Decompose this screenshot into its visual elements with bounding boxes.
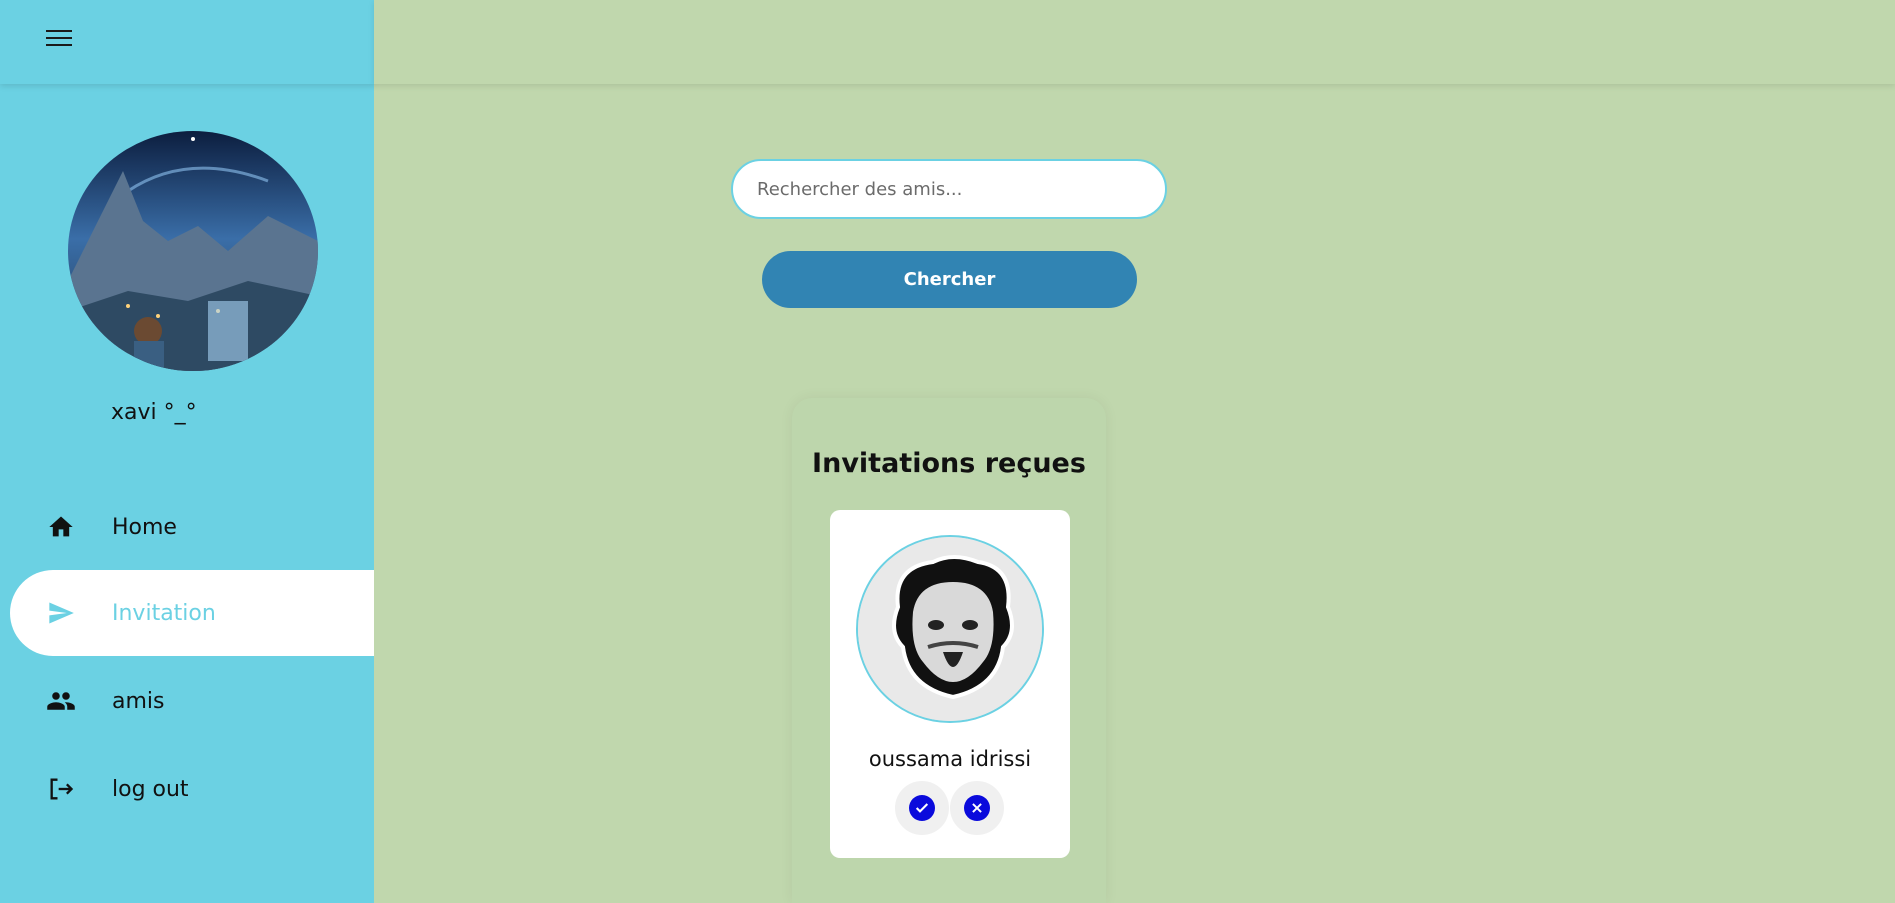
accept-button[interactable] bbox=[895, 781, 949, 835]
sidebar-item-label: log out bbox=[112, 776, 189, 802]
check-icon bbox=[909, 795, 935, 821]
sidebar-item-logout[interactable]: log out bbox=[10, 746, 374, 832]
sidebar-item-label: Invitation bbox=[112, 600, 216, 626]
send-icon bbox=[45, 597, 77, 629]
invitation-avatar bbox=[856, 535, 1044, 723]
sidebar-item-label: amis bbox=[112, 688, 165, 714]
search-input[interactable] bbox=[731, 159, 1167, 219]
search-button[interactable]: Chercher bbox=[762, 251, 1137, 308]
sidebar: xavi °_° Home Invitation amis log out bbox=[0, 0, 374, 903]
home-icon bbox=[45, 511, 77, 543]
sidebar-item-amis[interactable]: amis bbox=[10, 658, 374, 744]
hamburger-menu-icon[interactable] bbox=[46, 30, 76, 52]
sidebar-header bbox=[0, 0, 374, 84]
invitation-name: oussama idrissi bbox=[868, 747, 1032, 771]
username: xavi °_° bbox=[111, 400, 197, 425]
decline-button[interactable] bbox=[950, 781, 1004, 835]
close-icon bbox=[964, 795, 990, 821]
sidebar-item-label: Home bbox=[112, 514, 177, 540]
invitations-title: Invitations reçues bbox=[812, 448, 1086, 479]
logout-icon bbox=[45, 773, 77, 805]
top-bar bbox=[374, 0, 1895, 84]
invitation-card: oussama idrissi bbox=[830, 510, 1070, 858]
people-icon bbox=[45, 685, 77, 717]
sidebar-item-home[interactable]: Home bbox=[10, 484, 374, 570]
sidebar-item-invitation[interactable]: Invitation bbox=[10, 570, 374, 656]
avatar bbox=[68, 131, 318, 371]
